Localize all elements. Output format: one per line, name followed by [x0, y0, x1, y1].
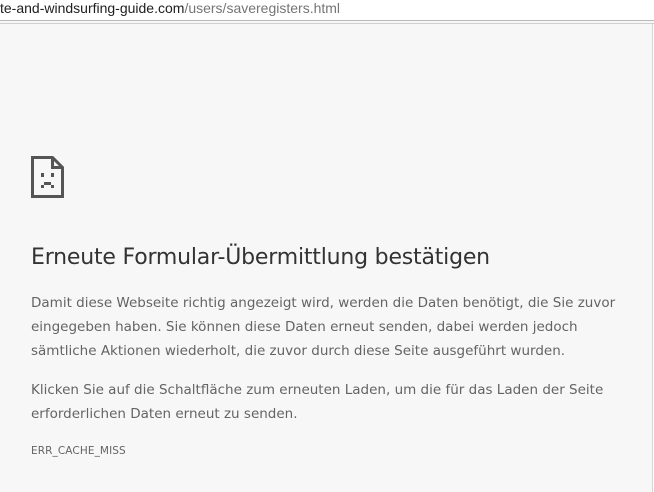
- error-instructions: Klicken Sie auf die Schaltfläche zum ern…: [31, 382, 604, 422]
- address-bar[interactable]: te-and-windsurfing-guide.com/users/saver…: [0, 0, 654, 20]
- url-host: te-and-windsurfing-guide.com: [0, 0, 185, 16]
- error-title: Erneute Formular-Übermittlung bestätigen: [31, 245, 490, 270]
- error-explanation: Damit diese Webseite richtig angezeigt w…: [31, 295, 616, 359]
- error-code: ERR_CACHE_MISS: [31, 445, 126, 457]
- url-path: /users/saveregisters.html: [184, 0, 341, 16]
- sad-page-icon: [31, 156, 64, 198]
- address-bar-divider: [0, 20, 654, 21]
- toolbar-divider: [0, 23, 654, 24]
